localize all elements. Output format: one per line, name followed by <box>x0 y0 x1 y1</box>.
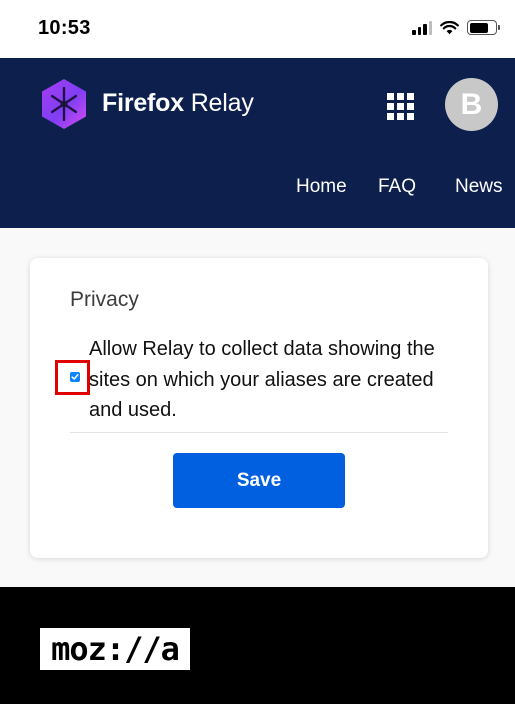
brand-name-bold: Firefox <box>102 89 184 117</box>
battery-icon <box>467 20 500 35</box>
checkmark-icon <box>71 374 79 380</box>
status-bar: 10:53 <box>0 0 515 58</box>
brand-name-light: Relay <box>183 89 254 117</box>
avatar[interactable]: B <box>445 78 498 131</box>
divider <box>70 432 448 433</box>
wifi-icon <box>440 20 459 34</box>
nav-news-link[interactable]: News <box>455 176 503 198</box>
nav-home-link[interactable]: Home <box>296 176 347 198</box>
privacy-settings-card: Privacy Allow Relay to collect data show… <box>30 258 488 558</box>
site-header: Firefox Relay B Home FAQ News <box>0 58 515 228</box>
cellular-signal-icon <box>412 20 432 35</box>
save-button[interactable]: Save <box>173 453 345 508</box>
nav-faq-link[interactable]: FAQ <box>378 176 416 198</box>
privacy-heading: Privacy <box>70 288 139 311</box>
collect-data-checkbox[interactable] <box>70 372 80 382</box>
firefox-relay-logo-icon[interactable] <box>40 78 88 130</box>
brand-name[interactable]: Firefox Relay <box>102 89 254 118</box>
collect-data-label: Allow Relay to collect data showing the … <box>89 338 435 421</box>
status-time: 10:53 <box>38 17 91 39</box>
site-footer: moz://a <box>0 587 515 704</box>
mozilla-logo[interactable]: moz://a <box>40 628 190 670</box>
app-grid-icon[interactable] <box>387 93 414 120</box>
main-nav: Home FAQ News <box>0 176 515 202</box>
status-icons <box>412 20 500 35</box>
